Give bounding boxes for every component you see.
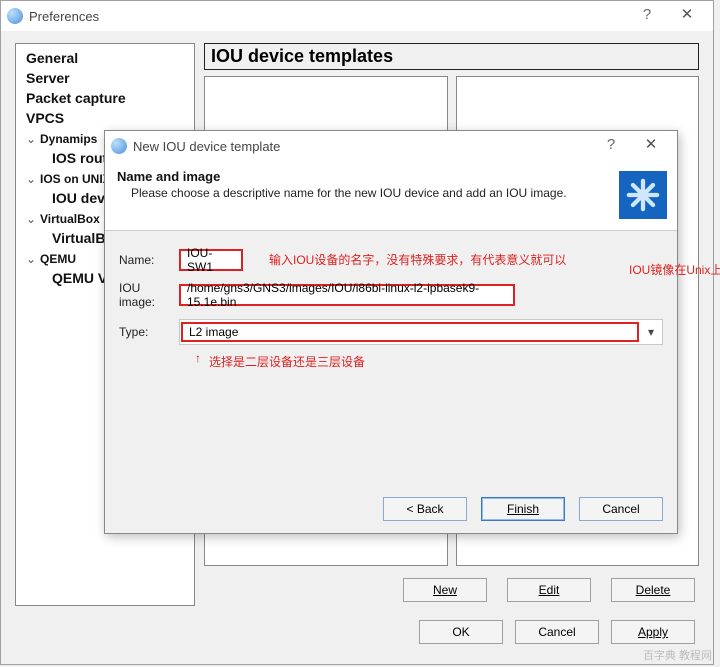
tree-label: QEMU [40, 252, 76, 266]
tree-vpcs[interactable]: VPCS [16, 108, 194, 128]
app-icon [7, 8, 23, 24]
annotation-image: IOU镜像在Unix上的目录路径 [629, 261, 720, 278]
delete-button[interactable]: Delete [611, 578, 695, 602]
close-button[interactable]: ✕ [667, 1, 707, 31]
watermark: 百字典 教程网 [643, 647, 712, 663]
dlg-cancel-button[interactable]: Cancel [579, 497, 663, 521]
apply-button[interactable]: Apply [611, 620, 695, 644]
chevron-down-icon[interactable]: ▾ [640, 325, 662, 339]
type-dropdown[interactable]: L2 image ▾ [179, 319, 663, 345]
dlg-header: Name and image Please choose a descripti… [105, 161, 677, 231]
finish-button[interactable]: Finish [481, 497, 565, 521]
chevron-down-icon[interactable]: ⌄ [26, 212, 40, 226]
dialog-buttons-row: OK Cancel Apply [15, 614, 699, 650]
name-input[interactable]: IOU-SW1 [179, 249, 243, 271]
type-annotation-row: ↑ 选择是二层设备还是三层设备 [119, 355, 663, 373]
tree-label: VirtualBox [40, 212, 100, 226]
pref-title: Preferences [29, 9, 627, 24]
image-input[interactable]: /home/gns3/GNS3/images/IOU/i86bi-linux-l… [179, 284, 515, 306]
image-row: IOU image: /home/gns3/GNS3/images/IOU/i8… [119, 281, 663, 309]
new-label: New [433, 583, 457, 597]
dlg-title: New IOU device template [133, 139, 591, 154]
tree-general[interactable]: General [16, 48, 194, 68]
dlg-close-button[interactable]: ✕ [631, 131, 671, 161]
tree-label: IOS on UNIX [40, 172, 111, 186]
app-icon [111, 138, 127, 154]
template-buttons: New Edit Delete [403, 578, 695, 602]
new-iou-dialog: New IOU device template ? ✕ Name and ima… [104, 130, 678, 534]
image-label: IOU image: [119, 281, 179, 309]
dlg-help-button[interactable]: ? [591, 131, 631, 161]
asterisk-icon [626, 178, 660, 212]
dlg-step-title: Name and image [117, 169, 665, 184]
ok-button[interactable]: OK [419, 620, 503, 644]
wizard-icon [619, 171, 667, 219]
name-label: Name: [119, 253, 179, 267]
pref-titlebar: Preferences ? ✕ [1, 1, 713, 31]
dlg-form: Name: IOU-SW1 输入IOU设备的名字，没有特殊要求，有代表意义就可以… [105, 231, 677, 391]
wizard-buttons: < Back Finish Cancel [383, 497, 663, 521]
apply-label: Apply [638, 625, 668, 639]
type-value: L2 image [181, 322, 639, 342]
cancel-button[interactable]: Cancel [515, 620, 599, 644]
dlg-step-subtitle: Please choose a descriptive name for the… [117, 186, 665, 200]
finish-label: Finish [507, 502, 539, 516]
name-row: Name: IOU-SW1 输入IOU设备的名字，没有特殊要求，有代表意义就可以 [119, 249, 663, 271]
chevron-down-icon[interactable]: ⌄ [26, 132, 40, 146]
new-button[interactable]: New [403, 578, 487, 602]
tree-server[interactable]: Server [16, 68, 194, 88]
help-button[interactable]: ? [627, 1, 667, 31]
tree-label: Dynamips [40, 132, 97, 146]
annotation-name: 输入IOU设备的名字，没有特殊要求，有代表意义就可以 [269, 251, 566, 268]
chevron-down-icon[interactable]: ⌄ [26, 252, 40, 266]
arrow-up-icon: ↑ [195, 351, 201, 365]
page-title: IOU device templates [204, 43, 699, 70]
delete-label: Delete [636, 583, 671, 597]
edit-button[interactable]: Edit [507, 578, 591, 602]
chevron-down-icon[interactable]: ⌄ [26, 172, 40, 186]
back-button[interactable]: < Back [383, 497, 467, 521]
type-row: Type: L2 image ▾ [119, 319, 663, 345]
edit-label: Edit [539, 583, 560, 597]
dlg-titlebar: New IOU device template ? ✕ [105, 131, 677, 161]
tree-packet-capture[interactable]: Packet capture [16, 88, 194, 108]
type-label: Type: [119, 325, 179, 339]
annotation-type: 选择是二层设备还是三层设备 [209, 353, 365, 370]
